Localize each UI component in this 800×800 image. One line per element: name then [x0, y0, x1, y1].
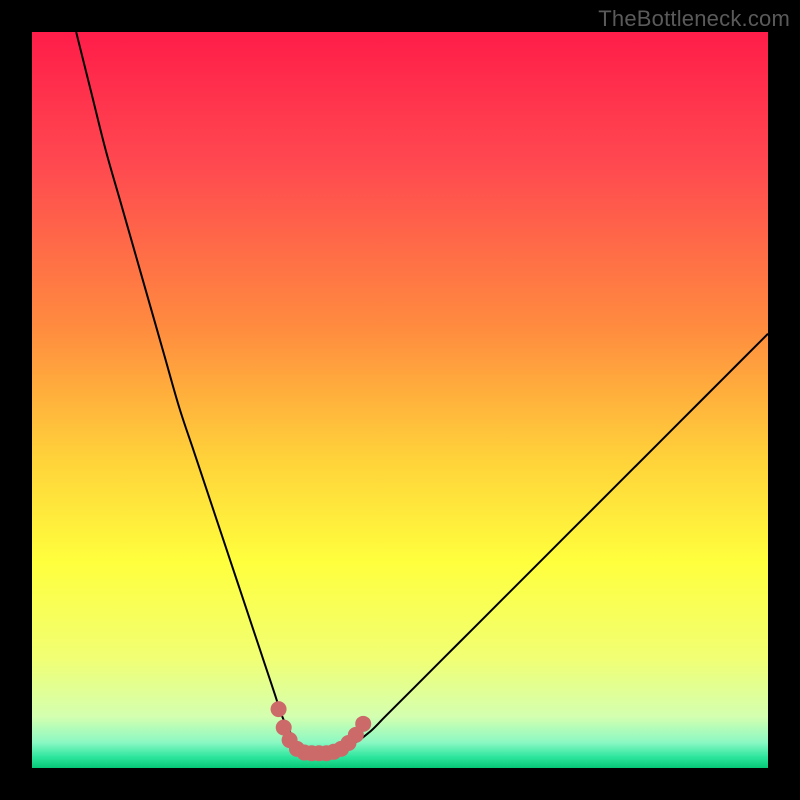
- plot-area: [32, 32, 768, 768]
- chart-frame: TheBottleneck.com: [0, 0, 800, 800]
- watermark-text: TheBottleneck.com: [598, 6, 790, 32]
- optimal-marker: [355, 716, 371, 732]
- optimal-markers: [32, 32, 768, 768]
- optimal-marker: [271, 701, 287, 717]
